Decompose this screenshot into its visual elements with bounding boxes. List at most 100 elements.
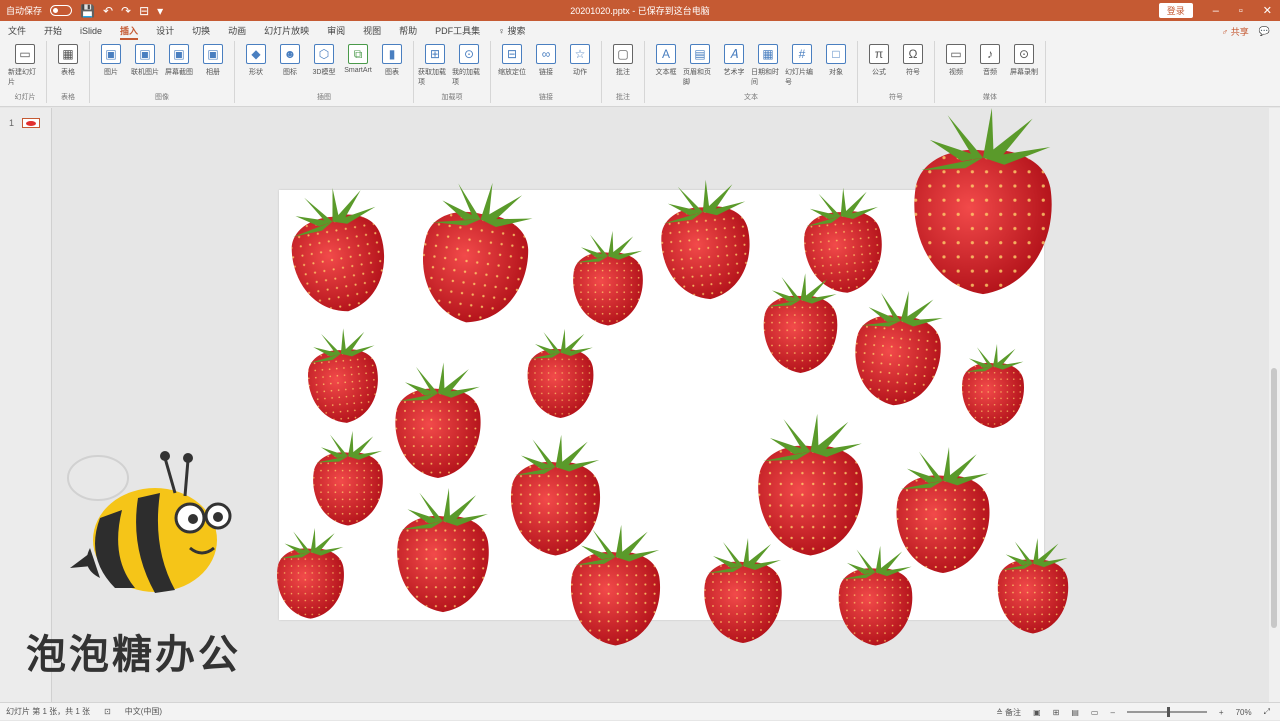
present-icon[interactable]: ⊟ bbox=[139, 5, 149, 17]
ribbon-icon: □ bbox=[826, 44, 846, 64]
ribbon-button-label: 图片 bbox=[104, 69, 118, 76]
ribbon-group-6: ▢ 批注 批注 bbox=[602, 41, 645, 103]
ribbon-group-label: 加载项 bbox=[441, 94, 463, 101]
ribbon-icon: A bbox=[656, 44, 676, 64]
tab-0[interactable]: 文件 bbox=[8, 21, 26, 41]
ribbon-icon: ▦ bbox=[758, 44, 778, 64]
slide-thumbnail[interactable] bbox=[22, 118, 40, 128]
maximize-button[interactable]: ▫ bbox=[1239, 5, 1243, 17]
ribbon-icon: π bbox=[869, 44, 889, 64]
tab-1[interactable]: 开始 bbox=[44, 21, 62, 41]
slide-sorter-icon[interactable]: ⊞ bbox=[1053, 708, 1060, 717]
strawberry-image[interactable] bbox=[383, 353, 493, 493]
ribbon-button-label: 图标 bbox=[283, 69, 297, 76]
ribbon-icon: ⊙ bbox=[459, 44, 479, 64]
tab-11[interactable]: PDF工具集 bbox=[435, 21, 480, 41]
comment-icon[interactable]: 💬 bbox=[1259, 26, 1270, 37]
strawberry-image[interactable] bbox=[878, 108, 1088, 303]
ribbon-icon: ◆ bbox=[246, 44, 266, 64]
ribbon-group-8: π 公式 Ω 符号 符号 bbox=[858, 41, 935, 103]
ribbon-group-label: 符号 bbox=[889, 94, 903, 101]
close-button[interactable]: ✕ bbox=[1263, 4, 1272, 17]
ribbon: ▭ 新建幻灯片 幻灯片 ▦ 表格 表格 ▣ 图片 ▣ 联机图片 ▣ 屏幕截图 ▣ 相册 图像 ◆ 形状 ☻ 图标 ⬡ 3… bbox=[0, 41, 1280, 107]
reading-view-icon[interactable]: ▤ bbox=[1071, 708, 1079, 717]
vertical-scrollbar[interactable] bbox=[1269, 108, 1280, 702]
ribbon-icon: # bbox=[792, 44, 812, 64]
tab-2[interactable]: iSlide bbox=[80, 21, 102, 41]
tab-7[interactable]: 幻灯片放映 bbox=[264, 21, 309, 41]
ribbon-button-label: 链接 bbox=[539, 69, 553, 76]
bee-logo bbox=[60, 448, 235, 608]
zoom-slider[interactable] bbox=[1126, 707, 1207, 717]
ribbon-icon: ▦ bbox=[58, 44, 78, 64]
ribbon-icon: ⊞ bbox=[425, 44, 445, 64]
ribbon-group-label: 批注 bbox=[616, 94, 630, 101]
ribbon-group-label: 图像 bbox=[155, 94, 169, 101]
ribbon-button-label: 艺术字 bbox=[723, 69, 745, 76]
customize-quick-access-icon[interactable]: ▾ bbox=[157, 5, 163, 17]
strawberry-image[interactable] bbox=[397, 164, 554, 346]
strawberry-image[interactable] bbox=[294, 324, 392, 431]
slideshow-icon[interactable]: ▭ bbox=[1091, 708, 1099, 717]
ribbon-button-label: 对象 bbox=[829, 69, 843, 76]
ribbon-button-label: 日期和时间 bbox=[751, 69, 779, 86]
undo-icon[interactable]: ↶ bbox=[103, 5, 113, 17]
strawberry-image[interactable] bbox=[558, 518, 673, 658]
ribbon-icon: ▭ bbox=[15, 44, 35, 64]
ribbon-button-label: 相册 bbox=[206, 69, 220, 76]
ribbon-button-label: 联机图片 bbox=[131, 69, 159, 76]
slide-number: 1 bbox=[9, 118, 15, 128]
strawberry-image[interactable] bbox=[383, 488, 503, 618]
ribbon-button-label: 缩放定位 bbox=[498, 69, 526, 76]
tab-3[interactable]: 插入 bbox=[120, 21, 139, 41]
ribbon-button-label: 文本框 bbox=[655, 69, 677, 76]
tab-12[interactable]: ♀ 搜索 bbox=[498, 21, 525, 41]
ribbon-icon: ⊟ bbox=[502, 44, 522, 64]
save-icon[interactable]: 💾 bbox=[80, 5, 95, 17]
ribbon-button-label: 形状 bbox=[249, 69, 263, 76]
tab-5[interactable]: 切换 bbox=[192, 21, 210, 41]
strawberry-image[interactable] bbox=[953, 338, 1033, 438]
tab-9[interactable]: 视图 bbox=[363, 21, 381, 41]
ribbon-tabs: 文件 开始 iSlide 插入 设计 切换 动画 幻灯片放映 审阅 视图 帮助 PDF工具集 ♀ 搜索 … bbox=[0, 21, 1280, 41]
ribbon-group-4: ⊞ 获取加载项 ⊙ 我的加载项 加载项 bbox=[414, 41, 491, 103]
scroll-thumb[interactable] bbox=[1271, 368, 1277, 628]
ribbon-group-label: 文本 bbox=[744, 94, 758, 101]
tab-6[interactable]: 动画 bbox=[228, 21, 246, 41]
normal-view-icon[interactable]: ▣ bbox=[1033, 708, 1041, 717]
strawberry-image[interactable] bbox=[263, 528, 358, 623]
ribbon-group-1: ▦ 表格 表格 bbox=[47, 41, 90, 103]
notes-button[interactable]: ≙ 备注 bbox=[996, 707, 1021, 718]
strawberry-image[interactable] bbox=[693, 538, 793, 648]
strawberry-image[interactable] bbox=[828, 543, 923, 653]
ribbon-icon: ▢ bbox=[613, 44, 633, 64]
ribbon-icon: ⬡ bbox=[314, 44, 334, 64]
ribbon-group-label: 表格 bbox=[61, 94, 75, 101]
ribbon-button-label: 公式 bbox=[872, 69, 886, 76]
tab-10[interactable]: 帮助 bbox=[399, 21, 417, 41]
minimize-button[interactable]: – bbox=[1213, 5, 1219, 17]
slide-editor bbox=[53, 108, 1269, 702]
strawberry-image[interactable] bbox=[978, 538, 1088, 638]
tab-8[interactable]: 审阅 bbox=[327, 21, 345, 41]
fit-to-window-icon[interactable]: ⤢ bbox=[1264, 707, 1270, 717]
autosave-toggle[interactable] bbox=[50, 5, 73, 16]
strawberry-image[interactable] bbox=[563, 223, 653, 338]
ribbon-icon: ♪ bbox=[980, 44, 1000, 64]
redo-icon[interactable]: ↷ bbox=[121, 5, 131, 17]
language-indicator[interactable]: 中文(中国) bbox=[125, 706, 162, 717]
ribbon-icon: ☻ bbox=[280, 44, 300, 64]
tab-4[interactable]: 设计 bbox=[156, 21, 174, 41]
login-button[interactable]: 登录 bbox=[1158, 3, 1193, 18]
ribbon-button-label: 3D模型 bbox=[312, 69, 336, 76]
strawberry-image[interactable] bbox=[303, 423, 393, 538]
strawberry-image[interactable] bbox=[268, 179, 409, 328]
zoom-in-icon[interactable]: + bbox=[1219, 708, 1224, 717]
zoom-level[interactable]: 70% bbox=[1236, 708, 1252, 717]
zoom-out-icon[interactable]: – bbox=[1110, 708, 1114, 717]
ribbon-button-label: 我的加载项 bbox=[452, 69, 480, 86]
strawberry-image[interactable] bbox=[518, 323, 603, 428]
accessibility-icon[interactable]: ⊡ bbox=[104, 707, 111, 716]
strawberry-image[interactable] bbox=[753, 268, 848, 383]
share-button[interactable]: ♂ 共享 bbox=[1222, 25, 1249, 38]
